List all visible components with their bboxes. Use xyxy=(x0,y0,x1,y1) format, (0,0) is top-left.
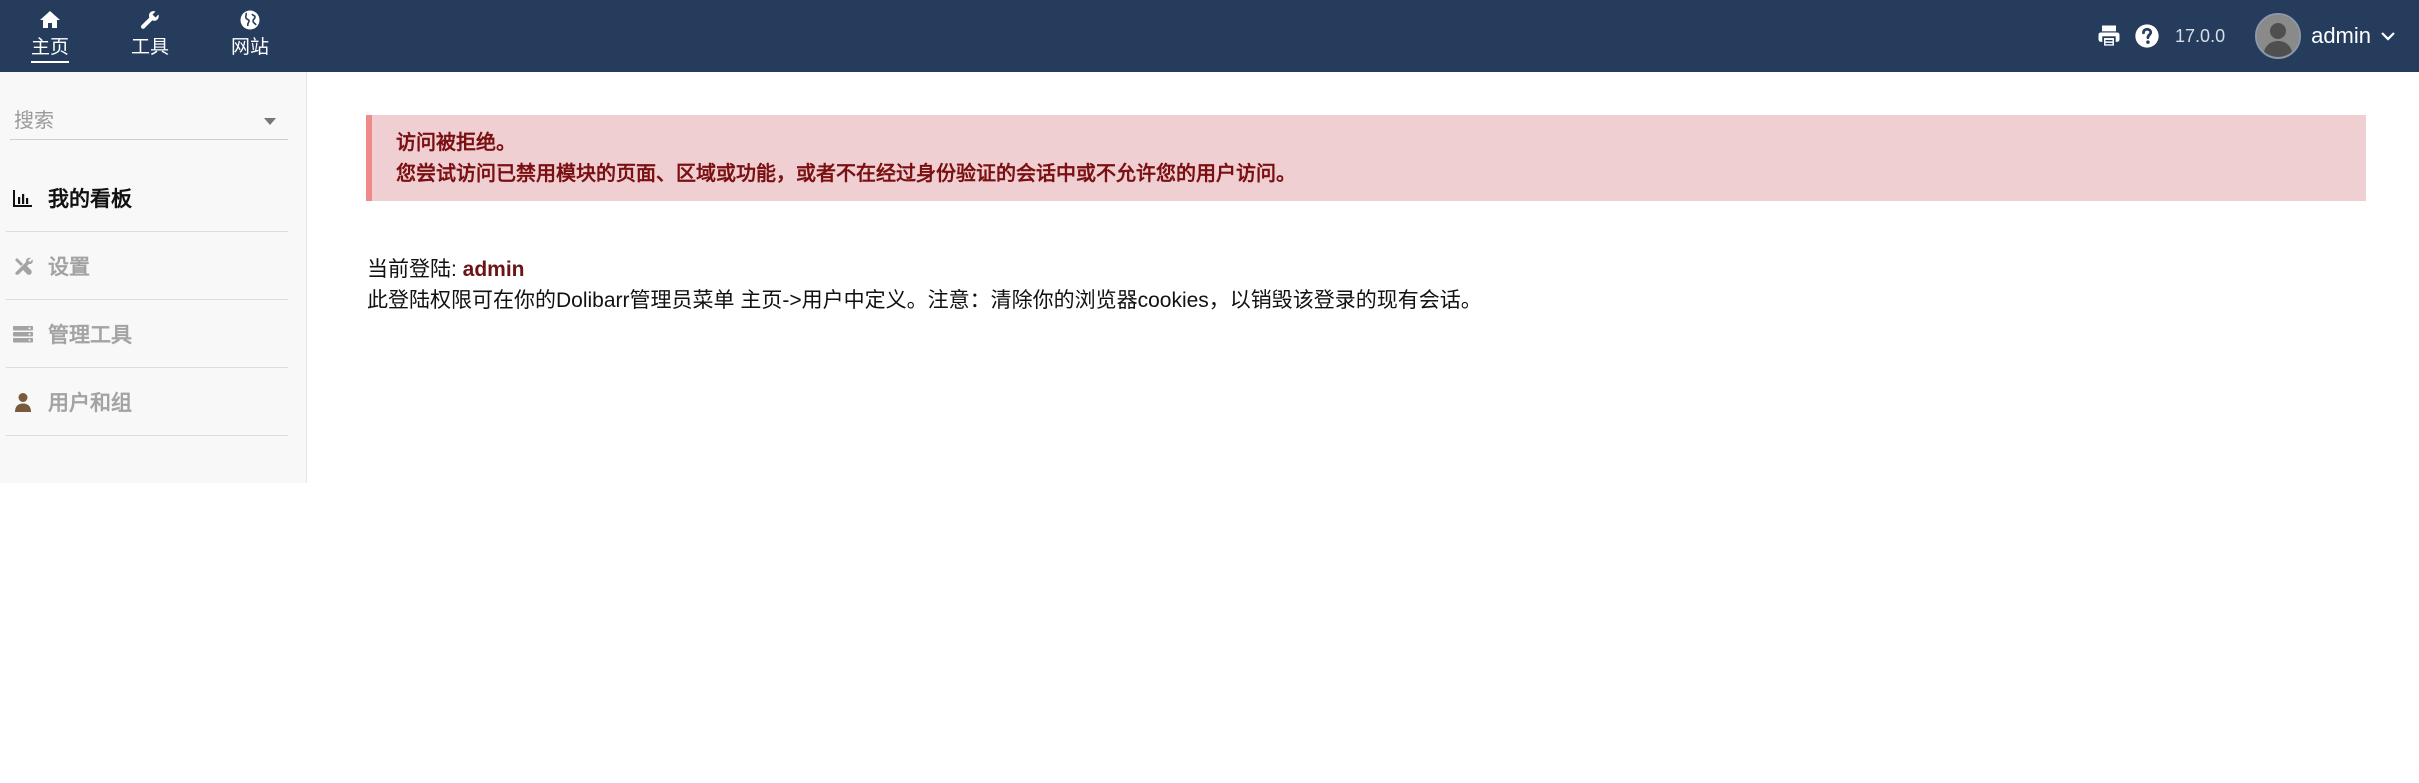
current-login-line: 当前登陆: admin xyxy=(367,254,1482,285)
search-dropdown-caret-icon[interactable] xyxy=(264,118,276,125)
sidebar-item-label: 设置 xyxy=(48,255,90,279)
login-permission-note: 此登陆权限可在你的Dolibarr管理员菜单 主页->用户中定义。注意：清除你的… xyxy=(367,289,1482,312)
search-input[interactable] xyxy=(14,104,254,138)
sidebar-item-my-dashboard[interactable]: 我的看板 xyxy=(6,164,288,232)
top-menu-home[interactable]: 主页 xyxy=(0,0,100,72)
tools-icon xyxy=(15,257,33,275)
alert-title: 访问被拒绝。 xyxy=(396,132,516,154)
avatar-silhouette-icon xyxy=(2257,15,2300,57)
current-login-label: 当前登陆: xyxy=(367,258,463,281)
sidebar-item-admin-tools[interactable]: 管理工具 xyxy=(6,300,288,368)
top-navigation-bar: 主页 工具 网站 17.0.0 admin xyxy=(0,0,2419,72)
server-icon xyxy=(13,325,33,342)
top-menu-website-label: 网站 xyxy=(230,37,269,58)
access-denied-alert: 访问被拒绝。 您尝试访问已禁用模块的页面、区域或功能，或者不在经过身份验证的会话… xyxy=(366,115,2366,201)
globe-icon xyxy=(240,10,260,30)
top-menu-home-label: 主页 xyxy=(30,37,69,63)
avatar[interactable] xyxy=(2255,13,2302,59)
sidebar-item-users-groups[interactable]: 用户和组 xyxy=(6,368,288,436)
version-label: 17.0.0 xyxy=(2175,25,2226,46)
sidebar-item-label: 我的看板 xyxy=(48,187,132,211)
wrench-icon xyxy=(141,11,159,29)
top-menu: 主页 工具 网站 xyxy=(0,0,300,72)
top-right-area: 17.0.0 admin xyxy=(2095,0,2419,72)
current-login-user: admin xyxy=(462,258,525,281)
help-icon[interactable] xyxy=(2133,22,2161,50)
sidebar-menu: 我的看板 设置 管理工具 用户和组 xyxy=(6,164,288,436)
sidebar-item-label: 用户和组 xyxy=(48,391,132,415)
left-sidebar: 我的看板 设置 管理工具 xyxy=(0,72,307,483)
top-menu-tools-label: 工具 xyxy=(130,37,169,58)
user-icon xyxy=(15,392,31,412)
search-box xyxy=(10,104,288,140)
login-info: 当前登陆: admin 此登陆权限可在你的Dolibarr管理员菜单 主页->用… xyxy=(367,254,1482,316)
home-icon xyxy=(40,11,60,28)
sidebar-item-label: 管理工具 xyxy=(48,323,132,347)
alert-message: 您尝试访问已禁用模块的页面、区域或功能，或者不在经过身份验证的会话中或不允许您的… xyxy=(396,163,1296,185)
sidebar-item-settings[interactable]: 设置 xyxy=(6,232,288,300)
username[interactable]: admin xyxy=(2311,23,2371,49)
chevron-down-icon[interactable] xyxy=(2379,27,2397,45)
print-icon[interactable] xyxy=(2095,22,2123,50)
top-menu-website[interactable]: 网站 xyxy=(200,0,300,72)
chart-icon xyxy=(13,189,32,207)
top-menu-tools[interactable]: 工具 xyxy=(100,0,200,72)
